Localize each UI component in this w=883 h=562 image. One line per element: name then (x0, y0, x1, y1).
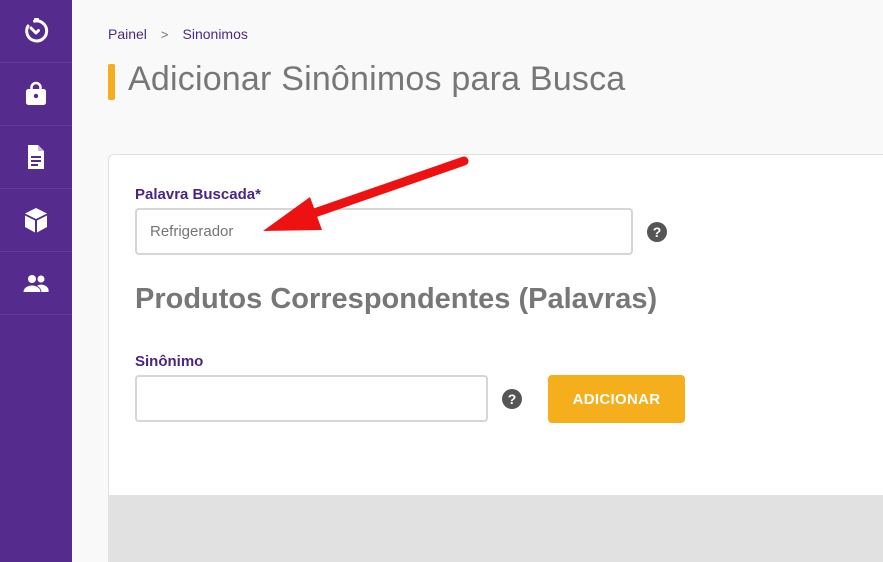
shopping-bag-icon (26, 81, 46, 105)
section-title: Produtos Correspondentes (Palavras) (135, 283, 658, 315)
sidebar-item-orders[interactable] (0, 63, 72, 126)
chevron-right-icon: > (160, 26, 169, 42)
sinonimo-label: Sinônimo (135, 353, 204, 370)
form-card (108, 154, 883, 496)
breadcrumb-current: Sinonimos (182, 26, 248, 42)
cube-icon (25, 208, 47, 233)
sinonimo-input[interactable] (135, 375, 488, 422)
breadcrumb-home-link[interactable]: Painel (108, 26, 147, 42)
sidebar-item-pages[interactable] (0, 126, 72, 189)
users-icon (23, 275, 49, 292)
sidebar-item-customers[interactable] (0, 252, 72, 315)
sidebar (0, 0, 72, 562)
add-button[interactable]: ADICIONAR (548, 375, 685, 423)
document-icon (28, 145, 44, 169)
form-card-footer (108, 496, 883, 562)
page-title: Adicionar Sinônimos para Busca (128, 60, 626, 98)
palavra-buscada-label: Palavra Buscada* (135, 186, 261, 203)
palavra-buscada-input[interactable] (135, 208, 633, 255)
sidebar-item-products[interactable] (0, 189, 72, 252)
breadcrumb: Painel > Sinonimos (108, 26, 248, 42)
help-icon[interactable]: ? (647, 222, 667, 242)
help-icon[interactable]: ? (502, 389, 522, 409)
title-accent-bar (108, 64, 115, 100)
sidebar-item-dashboard[interactable] (0, 0, 72, 63)
timer-check-icon (25, 18, 49, 43)
